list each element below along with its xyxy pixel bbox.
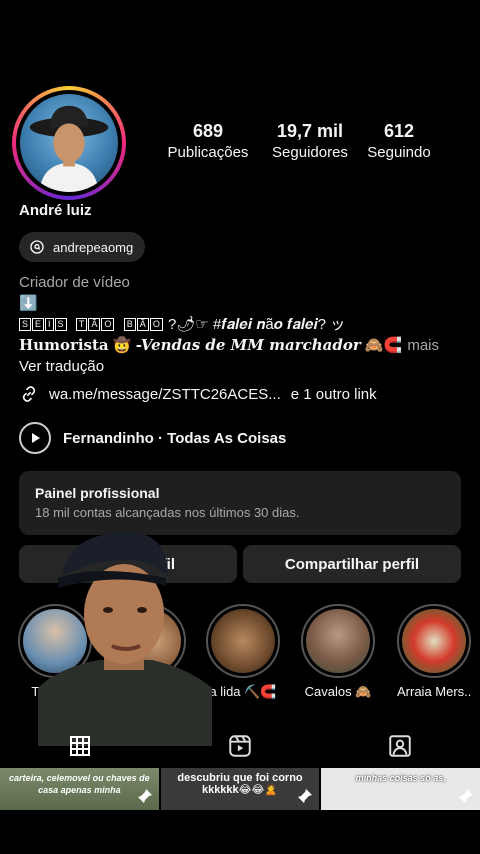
grid-icon bbox=[70, 736, 90, 756]
posts-label: Publicações bbox=[167, 144, 249, 161]
profile-name: André luiz bbox=[19, 202, 92, 219]
bio-emojis: 🙈🧲 bbox=[364, 337, 403, 354]
grid-post[interactable]: carteira, celemovel ou chaves de casa ap… bbox=[0, 768, 159, 810]
tab-tagged[interactable] bbox=[320, 726, 480, 766]
threads-handle: andrepeaomg bbox=[53, 239, 134, 255]
highlight-cover bbox=[306, 609, 370, 673]
camera-overlay bbox=[38, 528, 212, 746]
boxed-char: S bbox=[19, 318, 32, 331]
bio-line2: SEIS TÃO BÃO ?🌶☞ #𝒇𝒂𝒍𝒆𝒊 𝒏ã𝒐 𝒇𝒂𝒍𝒆𝒊? ッ bbox=[19, 314, 459, 335]
bio-sales: -Vendas de MM marchador bbox=[135, 336, 361, 354]
grid-post[interactable]: descubriu que foi corno kkkkkk😂😂🙎 bbox=[160, 768, 320, 810]
following-label: Seguindo bbox=[367, 144, 431, 161]
threads-badge[interactable]: andrepeaomg bbox=[19, 232, 146, 262]
highlight-label: Cavalos 🙈 bbox=[304, 684, 372, 699]
pin-icon bbox=[137, 789, 152, 803]
posts-grid: carteira, celemovel ou chaves de casa ap… bbox=[0, 768, 480, 810]
bio-category: Criador de vídeo bbox=[19, 274, 130, 291]
boxed-char: E bbox=[32, 318, 45, 331]
panel-title: Painel profissional bbox=[35, 485, 160, 501]
boxed-char: Ã bbox=[136, 318, 149, 331]
profile-tabs bbox=[0, 726, 480, 766]
boxed-char: O bbox=[101, 318, 115, 331]
tab-reels[interactable] bbox=[160, 726, 320, 766]
bio-line3: Humorista 🤠 -Vendas de MM marchador 🙈🧲 m… bbox=[19, 335, 459, 356]
share-profile-button[interactable]: Compartilhar perfil bbox=[243, 545, 461, 583]
pin-icon bbox=[298, 789, 313, 803]
stat-followers[interactable]: 19,7 mil Seguidores bbox=[260, 120, 360, 164]
link-icon bbox=[22, 386, 36, 402]
tab-grid[interactable] bbox=[0, 726, 160, 766]
reels-icon bbox=[229, 735, 251, 757]
bio-humorista: Humorista bbox=[19, 336, 109, 354]
threads-icon bbox=[30, 240, 44, 254]
stat-posts[interactable]: 689 Publicações bbox=[160, 120, 256, 164]
highlight-label: a lida ⛏️🧲 bbox=[209, 684, 277, 699]
bio-arrow: ⬇️ bbox=[19, 295, 38, 312]
highlight-cover bbox=[211, 609, 275, 673]
avatar-photo bbox=[20, 94, 118, 192]
panel-subtitle: 18 mil contas alcançadas nos últimos 30 … bbox=[35, 505, 300, 520]
profile-avatar[interactable] bbox=[12, 86, 126, 200]
external-links[interactable]: wa.me/message/ZSTTC26ACES... e 1 outro l… bbox=[19, 384, 377, 404]
boxed-char: Ã bbox=[88, 318, 101, 331]
link-url[interactable]: wa.me/message/ZSTTC26ACES... bbox=[49, 386, 281, 403]
highlight-label: Arraia Mers... bbox=[397, 684, 471, 699]
boxed-char: I bbox=[45, 318, 54, 331]
post-caption: carteira, celemovel ou chaves de casa ap… bbox=[9, 773, 150, 795]
boxed-char: T bbox=[75, 318, 88, 331]
link-extra[interactable]: e 1 outro link bbox=[291, 386, 377, 403]
bio-more-link[interactable]: mais bbox=[407, 335, 439, 356]
stat-following[interactable]: 612 Seguindo bbox=[360, 120, 438, 164]
posts-count: 689 bbox=[192, 121, 224, 141]
boxed-char: B bbox=[123, 318, 136, 331]
share-profile-label: Compartilhar perfil bbox=[284, 555, 420, 573]
bio-emoji: 🤠 bbox=[112, 337, 132, 354]
music-title: Fernandinho · Todas As Coisas bbox=[63, 429, 287, 447]
followers-count: 19,7 mil bbox=[276, 121, 344, 141]
boxed-char: O bbox=[149, 318, 163, 331]
highlight-item[interactable]: Arraia Mers... bbox=[397, 604, 471, 699]
profile-stats: 689 Publicações 19,7 mil Seguidores 612 … bbox=[168, 120, 460, 164]
play-icon[interactable] bbox=[19, 422, 51, 454]
pin-icon bbox=[459, 789, 474, 803]
grid-post[interactable]: minhas coisas só as, bbox=[321, 768, 480, 810]
professional-dashboard[interactable]: Painel profissional 18 mil contas alcanç… bbox=[19, 471, 461, 535]
highlight-item[interactable]: a lida ⛏️🧲 bbox=[206, 604, 280, 700]
translate-link[interactable]: Ver tradução bbox=[19, 356, 459, 377]
tagged-icon bbox=[389, 735, 411, 757]
boxed-char: S bbox=[54, 318, 67, 331]
music-row[interactable]: Fernandinho · Todas As Coisas bbox=[19, 422, 286, 454]
following-count: 612 bbox=[383, 121, 415, 141]
highlight-item[interactable]: Cavalos 🙈 bbox=[301, 604, 375, 700]
followers-label: Seguidores bbox=[272, 144, 348, 161]
highlight-cover bbox=[402, 609, 466, 673]
post-caption: minhas coisas só as, bbox=[355, 773, 446, 783]
profile-bio: Criador de vídeo ⬇️ SEIS TÃO BÃO ?🌶☞ #𝒇𝒂… bbox=[19, 272, 459, 377]
bio-line2-tail: ?🌶☞ #𝒇𝒂𝒍𝒆𝒊 𝒏ã𝒐 𝒇𝒂𝒍𝒆𝒊? ッ bbox=[168, 316, 346, 333]
post-caption: descubriu que foi corno kkkkkk😂😂🙎 bbox=[177, 772, 303, 796]
